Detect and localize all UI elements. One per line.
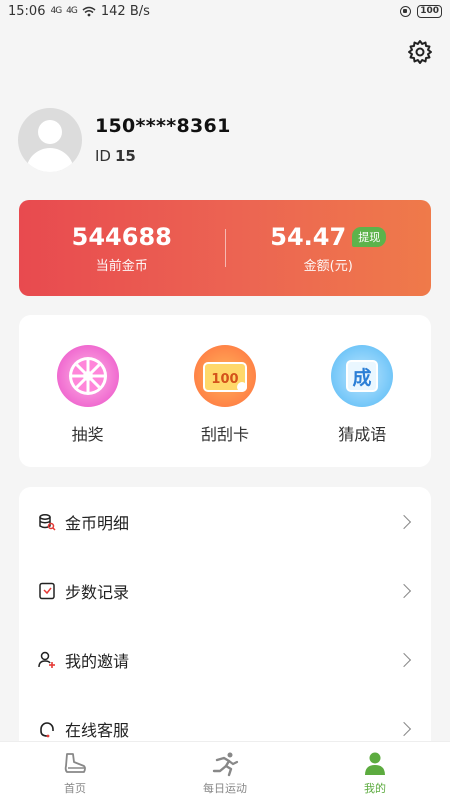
battery-icon: 100	[417, 4, 442, 18]
signal-icon: 4G	[66, 6, 78, 16]
shoe-icon	[61, 750, 89, 778]
avatar[interactable]	[18, 108, 82, 172]
menu-label: 金币明细	[65, 513, 130, 533]
phone-number: 150****8361	[95, 115, 231, 137]
amount-label: 金额(元)	[303, 258, 353, 274]
menu-item-coin-detail[interactable]: 金币明细	[19, 487, 431, 556]
chevron-right-icon	[396, 721, 412, 736]
idiom-guess-label: 猜成语	[338, 425, 387, 444]
tab-label: 首页	[64, 782, 86, 795]
coin-detail-icon	[37, 512, 57, 532]
scratch-card-label: 刮刮卡	[200, 425, 249, 444]
user-icon	[361, 750, 389, 778]
coins-label: 当前金币	[95, 258, 148, 274]
amount-value: 54.47	[270, 222, 347, 251]
chevron-right-icon	[396, 514, 412, 529]
scratch-card-icon: 100	[193, 345, 256, 407]
scratch-card-badge: 100	[211, 372, 238, 387]
clock: 15:06	[8, 3, 46, 19]
tab-label: 每日运动	[203, 782, 247, 795]
withdraw-button[interactable]: 提现	[352, 226, 387, 247]
coins-panel[interactable]: 544688 当前金币	[19, 223, 225, 274]
step-record-icon	[37, 581, 57, 601]
wifi-icon	[82, 6, 96, 16]
profile-header[interactable]: 150****8361 ID 15	[18, 108, 231, 172]
network-speed: 142 B/s	[100, 3, 150, 19]
menu-label: 在线客服	[65, 720, 130, 740]
wheel-icon	[56, 345, 119, 407]
menu-label: 步数记录	[65, 582, 130, 602]
status-bar: 15:06 4G 4G 142 B/s 100	[0, 0, 450, 22]
chevron-right-icon	[396, 652, 412, 667]
wallet-card: 544688 当前金币 54.47 提现 金额(元)	[19, 200, 431, 296]
tab-home[interactable]: 首页	[0, 742, 150, 800]
games-panel: 抽奖 100 刮刮卡 成 猜成语	[19, 315, 431, 467]
rotation-lock-icon	[400, 5, 412, 17]
id-value: 15	[114, 147, 136, 165]
menu-item-step-record[interactable]: 步数记录	[19, 556, 431, 625]
id-label: ID	[95, 147, 111, 165]
lottery-button[interactable]: 抽奖	[38, 345, 138, 445]
menu-list: 金币明细 步数记录 我的邀请 在线客服	[19, 487, 431, 757]
settings-button[interactable]	[406, 38, 434, 66]
idiom-badge: 成	[353, 366, 372, 389]
invite-icon	[37, 650, 57, 670]
tab-label: 我的	[364, 782, 386, 795]
chevron-right-icon	[396, 583, 412, 598]
signal-icon: 4G	[50, 6, 62, 16]
runner-icon	[211, 750, 239, 778]
idiom-icon: 成	[331, 345, 394, 407]
menu-item-invite[interactable]: 我的邀请	[19, 625, 431, 694]
amount-panel[interactable]: 54.47 提现 金额(元)	[226, 223, 432, 274]
avatar-body	[26, 148, 74, 172]
coins-value: 544688	[71, 222, 172, 251]
customer-service-icon	[37, 719, 57, 739]
bottom-tab-bar: 首页 每日运动 我的	[0, 741, 450, 800]
menu-label: 我的邀请	[65, 651, 130, 671]
user-id-row: ID 15	[95, 147, 231, 165]
lottery-label: 抽奖	[71, 425, 104, 444]
gear-icon	[408, 40, 432, 64]
tab-daily-exercise[interactable]: 每日运动	[150, 742, 300, 800]
tab-mine[interactable]: 我的	[300, 742, 450, 800]
idiom-guess-button[interactable]: 成 猜成语	[312, 345, 412, 445]
avatar-head	[38, 120, 62, 144]
scratch-card-button[interactable]: 100 刮刮卡	[175, 345, 275, 445]
